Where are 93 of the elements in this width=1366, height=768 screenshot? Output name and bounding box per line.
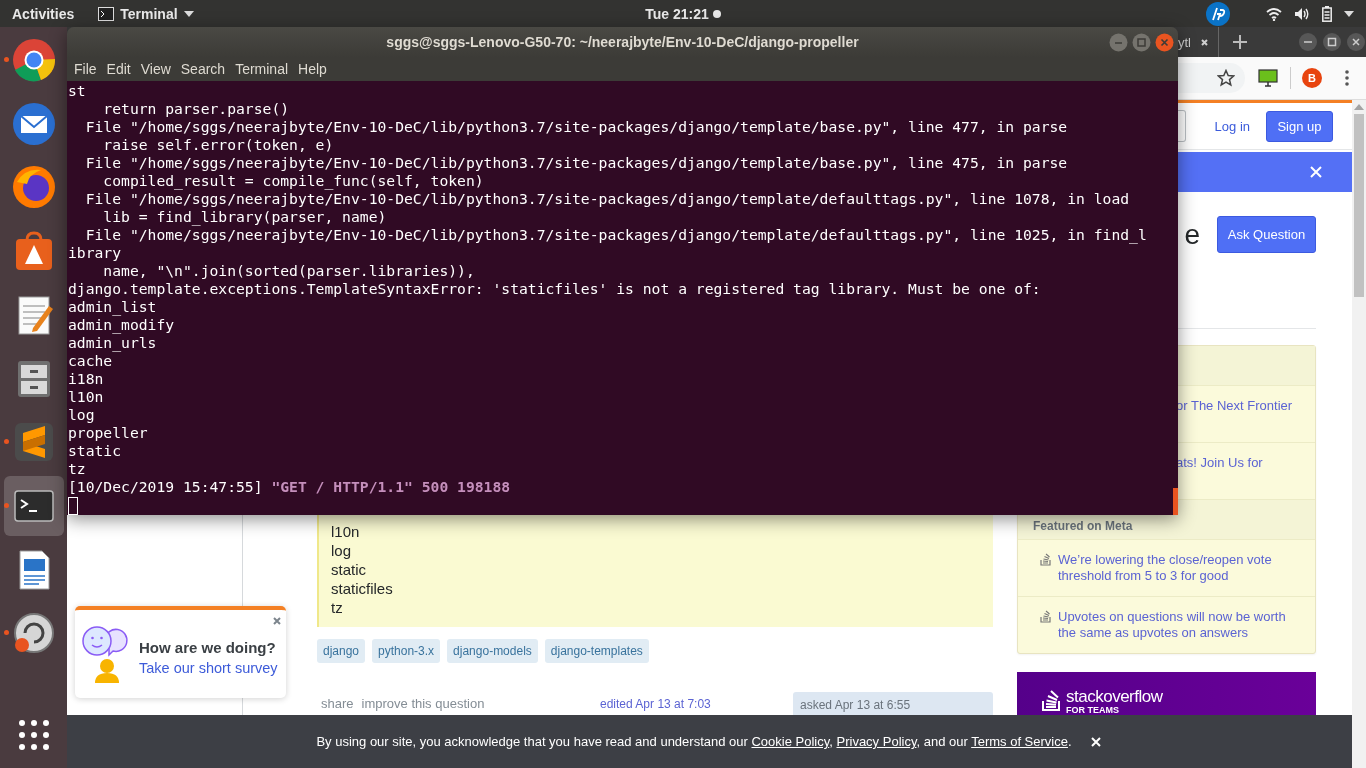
code-line: log [331, 541, 353, 560]
star-icon[interactable] [1217, 69, 1235, 87]
browser-tab[interactable]: ytl [1178, 27, 1219, 57]
menu-item[interactable]: View [135, 59, 176, 79]
close-icon[interactable] [1346, 32, 1366, 52]
activities-button[interactable]: Activities [12, 5, 75, 22]
menu-item[interactable]: Terminal [230, 59, 294, 79]
code-line: l10n [331, 522, 361, 541]
profile-avatar[interactable]: B [1302, 68, 1322, 88]
ask-question-button[interactable]: Ask Question [1217, 216, 1316, 253]
app-menu[interactable]: Terminal [98, 5, 194, 22]
stack-icon [1042, 688, 1062, 712]
maximize-icon[interactable] [1322, 32, 1342, 52]
terminal-line: name, "\n".join(sorted(parser.libraries)), [102, 262, 475, 280]
survey-link[interactable]: Take our short survey [139, 659, 278, 676]
battery-icon [1322, 5, 1332, 22]
terminal-line: ibrary [68, 244, 122, 262]
section-heading: Featured on Meta [1033, 519, 1133, 533]
menu-icon[interactable] [1345, 70, 1349, 86]
terminal-line: raise self.error(token, e) [102, 136, 334, 154]
meta-link[interactable]: Upvotes on questions will now be worth the same as upvotes on answers [1058, 609, 1301, 653]
terminal-line: [10/Dec/2019 15:47:55] "GET / HTTP/1.1" 500 198188 [68, 478, 511, 496]
terminal-line: tz [68, 460, 86, 478]
terminal-icon [98, 6, 115, 21]
post-menu-link[interactable]: share [317, 694, 358, 713]
survey-title: How are we doing? [139, 638, 277, 656]
browser-icon [10, 37, 57, 83]
terminal-line: File "/home/sggs/neerajbyte/Env-10-DeC/lib/python3.7/site-packages/django/template/base.py", line 477, in parse [84, 118, 1068, 136]
tag[interactable]: django-models [447, 639, 538, 663]
monitor-icon[interactable] [1258, 69, 1278, 87]
terminal-line: django.template.exceptions.TemplateSyntaxError: 'staticfiles' is not a registered tag library. Must be one of: [68, 280, 1041, 298]
dock-item[interactable] [3, 475, 64, 536]
cookie-notice: By using our site, you acknowledge that you have read and understand our Cookie Policy, Privacy Policy, and our Terms of Service. [316, 734, 1072, 749]
terminal-line: File "/home/sggs/neerajbyte/Env-10-DeC/lib/python3.7/site-packages/django/template/defaulttags.py", line 1025, in find_l [84, 226, 1147, 244]
caret-icon [183, 10, 194, 17]
minimize-icon[interactable] [1298, 32, 1318, 52]
terminal-line: admin_list [68, 298, 157, 316]
policy-link[interactable]: Terms of Service [971, 734, 1068, 749]
code-line: static [331, 560, 367, 579]
logo-text: stackoverflow [1066, 688, 1163, 705]
system-menu[interactable] [1266, 5, 1354, 22]
terminal-line: return parser.parse() [102, 100, 290, 118]
caret-icon [1344, 10, 1354, 17]
mail-icon [10, 100, 57, 147]
terminal-line: admin_modify [68, 316, 175, 334]
running-dot-icon [3, 57, 9, 62]
terminal-line: File "/home/sggs/neerajbyte/Env-10-DeC/lib/python3.7/site-packages/django/template/base.py", line 475, in parse [84, 154, 1068, 172]
terminal-line: st [68, 82, 86, 100]
terminal-line: i18n [68, 370, 104, 388]
code-line: tz [331, 598, 344, 617]
terminal-line: l10n [68, 388, 104, 406]
menu-item[interactable]: Edit [101, 59, 136, 79]
terminal-line: lib = find_library(parser, name) [102, 208, 387, 226]
signup-button[interactable]: Sign up [1266, 110, 1333, 142]
clock[interactable]: Tue 21:21 [645, 5, 709, 22]
terminal-line: File "/home/sggs/neerajbyte/Env-10-DeC/lib/python3.7/site-packages/django/template/defaulttags.py", line 1078, in load [84, 190, 1130, 208]
login-link[interactable]: Log in [1206, 110, 1258, 142]
terminal-line: static [68, 442, 122, 460]
stack-icon [1040, 609, 1052, 623]
tag[interactable]: django [317, 639, 366, 663]
question-title: e [1184, 218, 1200, 251]
running-dot-icon [3, 502, 9, 508]
terminal-line: cache [68, 352, 113, 370]
tag[interactable]: python-3.x [372, 639, 441, 663]
globe-icon [10, 164, 57, 211]
terminal-line: admin_urls [68, 334, 157, 352]
tag[interactable]: django-templates [544, 639, 649, 663]
stack-icon [1040, 552, 1052, 566]
running-dot-icon [3, 630, 9, 636]
edited-link[interactable]: edited Apr 13 at 7:03 [600, 697, 711, 711]
menu-item[interactable]: File [69, 59, 102, 79]
meta-link[interactable]: We’re lowering the close/reopen vote threshold from 5 to 3 for good [1058, 552, 1301, 596]
menu-item[interactable]: Search [175, 59, 231, 79]
new-tab-icon[interactable] [1233, 35, 1247, 49]
terminal-line: propeller [68, 424, 148, 442]
menu-item[interactable]: Help [293, 59, 332, 79]
volume-icon [1294, 6, 1310, 21]
scrollbar-thumb[interactable] [1173, 488, 1178, 515]
close-icon[interactable] [1088, 734, 1103, 749]
code-line: staticfiles [331, 579, 394, 598]
feedback-icon [81, 623, 131, 685]
logo-subtitle: FOR TEAMS [1066, 705, 1120, 715]
running-dot-icon [3, 439, 9, 445]
post-menu-link[interactable]: improve this question [357, 694, 489, 713]
logo-icon[interactable] [1206, 1, 1230, 26]
window-title: sggs@sggs-Lenovo-G50-70: ~/neerajbyte/Env-10-DeC/django-propeller [386, 34, 859, 50]
scrollbar-thumb[interactable] [1354, 114, 1364, 297]
terminal-line: compiled_result = compile_func(self, token) [102, 172, 484, 190]
close-icon[interactable] [1199, 36, 1210, 48]
address-bar[interactable] [1178, 63, 1245, 93]
terminal-line: log [68, 406, 95, 424]
wifi-icon [1266, 6, 1282, 21]
scrollbar[interactable] [1352, 100, 1366, 768]
